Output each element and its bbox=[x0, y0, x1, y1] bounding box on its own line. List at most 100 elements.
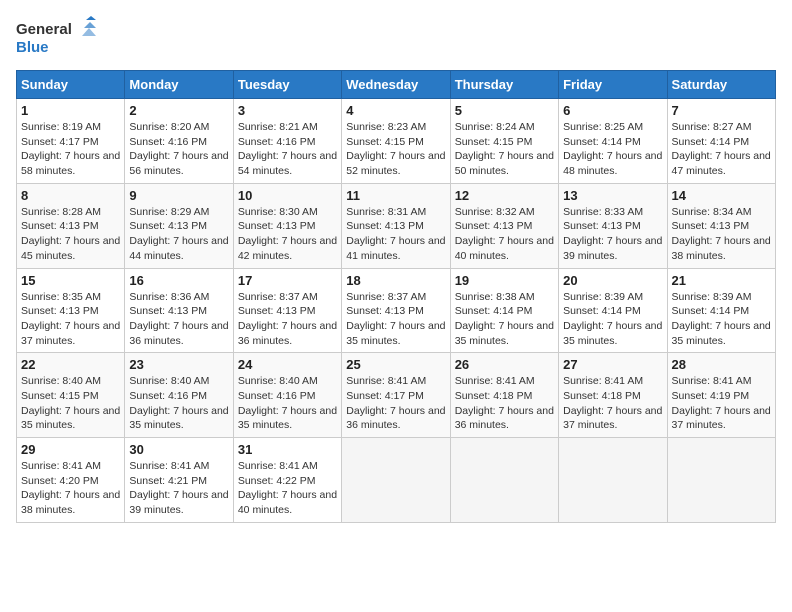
day-info: Sunrise: 8:19 AM Sunset: 4:17 PM Dayligh… bbox=[21, 120, 120, 179]
calendar-cell: 8 Sunrise: 8:28 AM Sunset: 4:13 PM Dayli… bbox=[17, 183, 125, 268]
day-info: Sunrise: 8:29 AM Sunset: 4:13 PM Dayligh… bbox=[129, 205, 228, 264]
day-number: 27 bbox=[563, 357, 662, 372]
sunrise-label: Sunrise: 8:40 AM bbox=[21, 375, 101, 387]
day-info: Sunrise: 8:37 AM Sunset: 4:13 PM Dayligh… bbox=[238, 290, 337, 349]
day-info: Sunrise: 8:37 AM Sunset: 4:13 PM Dayligh… bbox=[346, 290, 445, 349]
daylight-label: Daylight: 7 hours and 42 minutes. bbox=[238, 235, 337, 262]
calendar-cell: 12 Sunrise: 8:32 AM Sunset: 4:13 PM Dayl… bbox=[450, 183, 558, 268]
daylight-label: Daylight: 7 hours and 35 minutes. bbox=[238, 405, 337, 432]
sunrise-label: Sunrise: 8:40 AM bbox=[129, 375, 209, 387]
header-monday: Monday bbox=[125, 71, 233, 99]
sunrise-label: Sunrise: 8:41 AM bbox=[455, 375, 535, 387]
calendar-cell: 1 Sunrise: 8:19 AM Sunset: 4:17 PM Dayli… bbox=[17, 99, 125, 184]
day-info: Sunrise: 8:34 AM Sunset: 4:13 PM Dayligh… bbox=[672, 205, 771, 264]
sunset-label: Sunset: 4:19 PM bbox=[672, 390, 750, 402]
daylight-label: Daylight: 7 hours and 56 minutes. bbox=[129, 150, 228, 177]
sunset-label: Sunset: 4:13 PM bbox=[129, 305, 207, 317]
sunrise-label: Sunrise: 8:34 AM bbox=[672, 206, 752, 218]
week-row-5: 29 Sunrise: 8:41 AM Sunset: 4:20 PM Dayl… bbox=[17, 438, 776, 523]
calendar-cell: 24 Sunrise: 8:40 AM Sunset: 4:16 PM Dayl… bbox=[233, 353, 341, 438]
calendar-cell: 5 Sunrise: 8:24 AM Sunset: 4:15 PM Dayli… bbox=[450, 99, 558, 184]
calendar-cell: 28 Sunrise: 8:41 AM Sunset: 4:19 PM Dayl… bbox=[667, 353, 775, 438]
calendar-cell: 13 Sunrise: 8:33 AM Sunset: 4:13 PM Dayl… bbox=[559, 183, 667, 268]
day-info: Sunrise: 8:38 AM Sunset: 4:14 PM Dayligh… bbox=[455, 290, 554, 349]
sunrise-label: Sunrise: 8:37 AM bbox=[346, 291, 426, 303]
day-info: Sunrise: 8:39 AM Sunset: 4:14 PM Dayligh… bbox=[563, 290, 662, 349]
sunrise-label: Sunrise: 8:38 AM bbox=[455, 291, 535, 303]
day-number: 1 bbox=[21, 103, 120, 118]
day-info: Sunrise: 8:20 AM Sunset: 4:16 PM Dayligh… bbox=[129, 120, 228, 179]
calendar-cell: 4 Sunrise: 8:23 AM Sunset: 4:15 PM Dayli… bbox=[342, 99, 450, 184]
sunset-label: Sunset: 4:16 PM bbox=[238, 136, 316, 148]
daylight-label: Daylight: 7 hours and 35 minutes. bbox=[563, 320, 662, 347]
header-wednesday: Wednesday bbox=[342, 71, 450, 99]
day-info: Sunrise: 8:41 AM Sunset: 4:21 PM Dayligh… bbox=[129, 459, 228, 518]
calendar-table: SundayMondayTuesdayWednesdayThursdayFrid… bbox=[16, 70, 776, 523]
day-info: Sunrise: 8:40 AM Sunset: 4:16 PM Dayligh… bbox=[238, 374, 337, 433]
calendar-cell: 26 Sunrise: 8:41 AM Sunset: 4:18 PM Dayl… bbox=[450, 353, 558, 438]
daylight-label: Daylight: 7 hours and 38 minutes. bbox=[672, 235, 771, 262]
day-number: 17 bbox=[238, 273, 337, 288]
daylight-label: Daylight: 7 hours and 38 minutes. bbox=[21, 489, 120, 516]
daylight-label: Daylight: 7 hours and 58 minutes. bbox=[21, 150, 120, 177]
sunrise-label: Sunrise: 8:41 AM bbox=[21, 460, 101, 472]
calendar-cell bbox=[559, 438, 667, 523]
header-tuesday: Tuesday bbox=[233, 71, 341, 99]
page-header: General Blue bbox=[16, 16, 776, 58]
sunrise-label: Sunrise: 8:25 AM bbox=[563, 121, 643, 133]
sunset-label: Sunset: 4:14 PM bbox=[455, 305, 533, 317]
sunset-label: Sunset: 4:22 PM bbox=[238, 475, 316, 487]
day-info: Sunrise: 8:27 AM Sunset: 4:14 PM Dayligh… bbox=[672, 120, 771, 179]
daylight-label: Daylight: 7 hours and 45 minutes. bbox=[21, 235, 120, 262]
daylight-label: Daylight: 7 hours and 40 minutes. bbox=[455, 235, 554, 262]
sunrise-label: Sunrise: 8:33 AM bbox=[563, 206, 643, 218]
sunset-label: Sunset: 4:18 PM bbox=[563, 390, 641, 402]
sunset-label: Sunset: 4:17 PM bbox=[21, 136, 99, 148]
daylight-label: Daylight: 7 hours and 35 minutes. bbox=[346, 320, 445, 347]
day-info: Sunrise: 8:41 AM Sunset: 4:20 PM Dayligh… bbox=[21, 459, 120, 518]
day-info: Sunrise: 8:40 AM Sunset: 4:16 PM Dayligh… bbox=[129, 374, 228, 433]
sunset-label: Sunset: 4:15 PM bbox=[346, 136, 424, 148]
day-info: Sunrise: 8:24 AM Sunset: 4:15 PM Dayligh… bbox=[455, 120, 554, 179]
day-number: 2 bbox=[129, 103, 228, 118]
sunset-label: Sunset: 4:16 PM bbox=[238, 390, 316, 402]
daylight-label: Daylight: 7 hours and 35 minutes. bbox=[455, 320, 554, 347]
daylight-label: Daylight: 7 hours and 48 minutes. bbox=[563, 150, 662, 177]
daylight-label: Daylight: 7 hours and 35 minutes. bbox=[129, 405, 228, 432]
sunrise-label: Sunrise: 8:36 AM bbox=[129, 291, 209, 303]
sunrise-label: Sunrise: 8:20 AM bbox=[129, 121, 209, 133]
calendar-cell bbox=[667, 438, 775, 523]
day-info: Sunrise: 8:41 AM Sunset: 4:22 PM Dayligh… bbox=[238, 459, 337, 518]
calendar-cell: 19 Sunrise: 8:38 AM Sunset: 4:14 PM Dayl… bbox=[450, 268, 558, 353]
day-info: Sunrise: 8:33 AM Sunset: 4:13 PM Dayligh… bbox=[563, 205, 662, 264]
sunset-label: Sunset: 4:16 PM bbox=[129, 390, 207, 402]
day-number: 3 bbox=[238, 103, 337, 118]
day-number: 6 bbox=[563, 103, 662, 118]
daylight-label: Daylight: 7 hours and 35 minutes. bbox=[672, 320, 771, 347]
daylight-label: Daylight: 7 hours and 36 minutes. bbox=[238, 320, 337, 347]
day-number: 15 bbox=[21, 273, 120, 288]
logo-svg: General Blue bbox=[16, 16, 96, 58]
header-thursday: Thursday bbox=[450, 71, 558, 99]
calendar-cell: 9 Sunrise: 8:29 AM Sunset: 4:13 PM Dayli… bbox=[125, 183, 233, 268]
header-friday: Friday bbox=[559, 71, 667, 99]
sunset-label: Sunset: 4:15 PM bbox=[21, 390, 99, 402]
calendar-cell: 11 Sunrise: 8:31 AM Sunset: 4:13 PM Dayl… bbox=[342, 183, 450, 268]
daylight-label: Daylight: 7 hours and 36 minutes. bbox=[346, 405, 445, 432]
sunrise-label: Sunrise: 8:41 AM bbox=[672, 375, 752, 387]
sunrise-label: Sunrise: 8:41 AM bbox=[129, 460, 209, 472]
day-number: 10 bbox=[238, 188, 337, 203]
day-number: 24 bbox=[238, 357, 337, 372]
sunset-label: Sunset: 4:17 PM bbox=[346, 390, 424, 402]
day-number: 13 bbox=[563, 188, 662, 203]
day-number: 26 bbox=[455, 357, 554, 372]
sunset-label: Sunset: 4:13 PM bbox=[455, 220, 533, 232]
day-number: 7 bbox=[672, 103, 771, 118]
sunrise-label: Sunrise: 8:40 AM bbox=[238, 375, 318, 387]
sunset-label: Sunset: 4:13 PM bbox=[21, 305, 99, 317]
daylight-label: Daylight: 7 hours and 39 minutes. bbox=[129, 489, 228, 516]
day-number: 14 bbox=[672, 188, 771, 203]
daylight-label: Daylight: 7 hours and 47 minutes. bbox=[672, 150, 771, 177]
day-info: Sunrise: 8:41 AM Sunset: 4:18 PM Dayligh… bbox=[563, 374, 662, 433]
sunset-label: Sunset: 4:14 PM bbox=[672, 136, 750, 148]
